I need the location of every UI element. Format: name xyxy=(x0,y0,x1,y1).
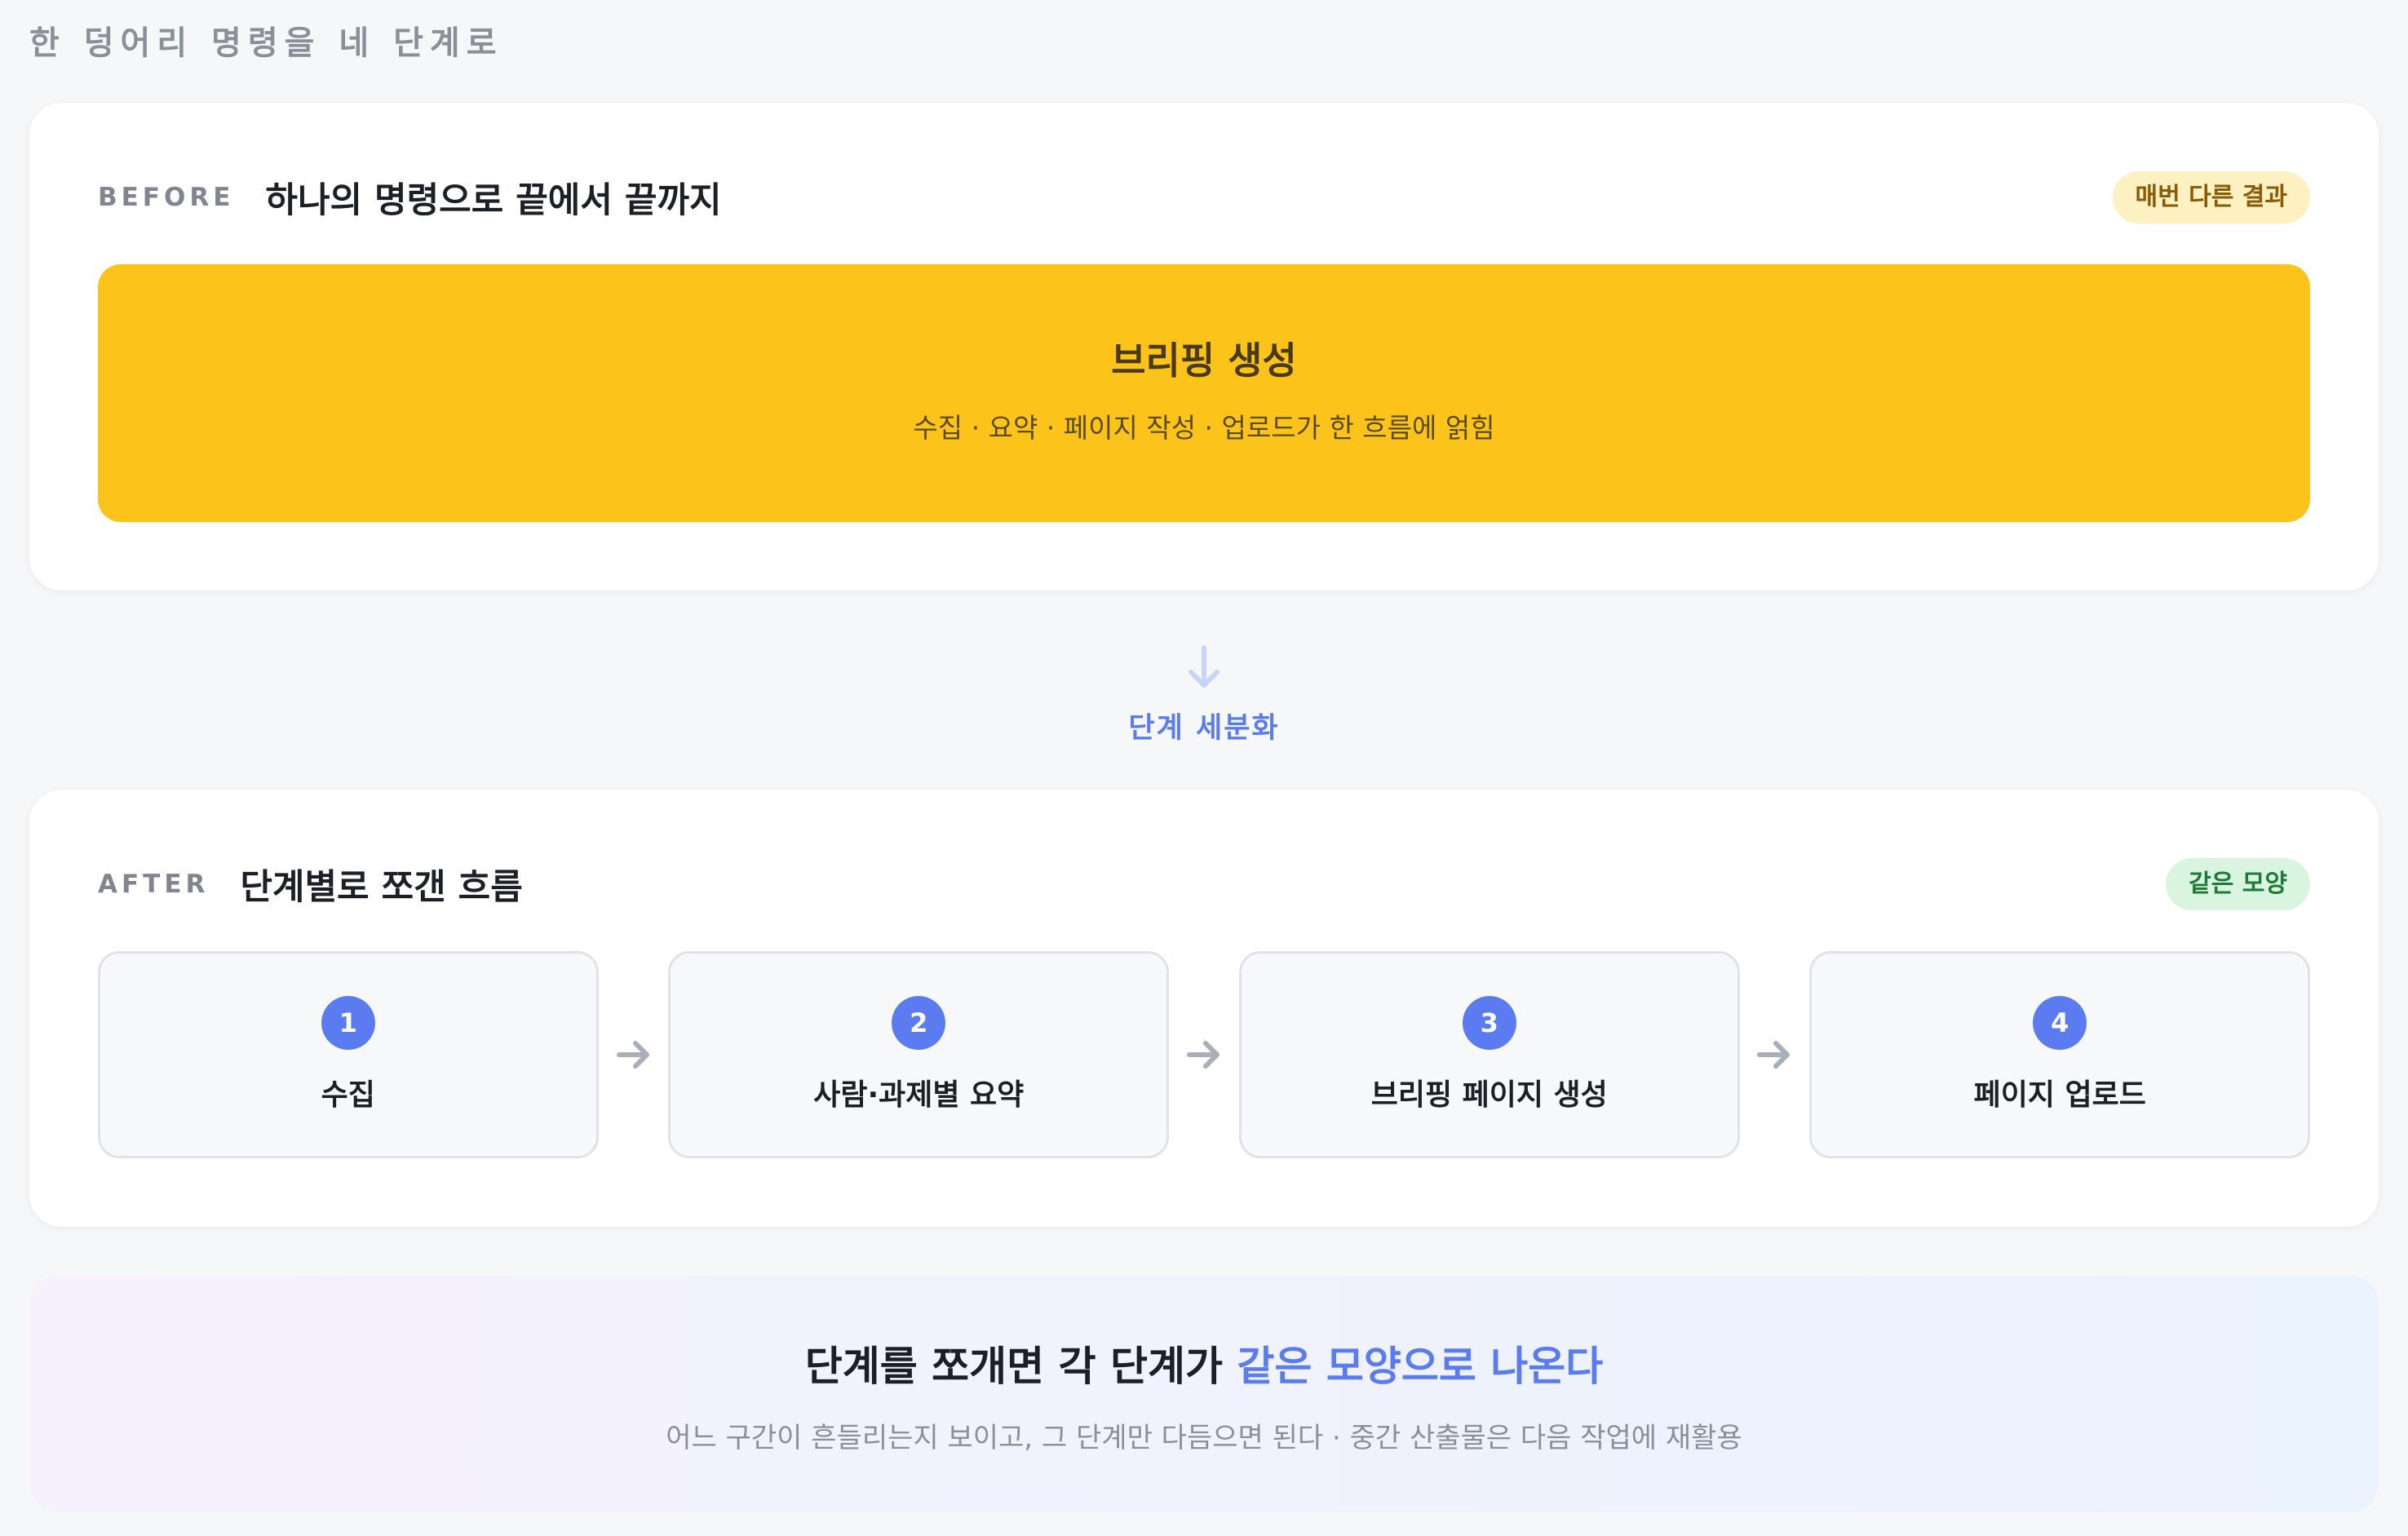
step-4-label: 페이지 업로드 xyxy=(1973,1078,2146,1112)
transition-label: 단계 세분화 xyxy=(1128,712,1280,745)
after-badge: 같은 모양 xyxy=(2166,858,2310,910)
step-1-label: 수집 xyxy=(321,1078,375,1112)
summary-title-prefix: 단계를 쪼개면 각 단계가 xyxy=(804,1342,1237,1390)
step-1: 1 수집 xyxy=(98,951,599,1158)
arrow-right-icon xyxy=(599,1038,669,1071)
before-header: BEFORE 하나의 명령으로 끝에서 끝까지 매번 다른 결과 xyxy=(98,171,2310,224)
summary-subtitle: 어느 구간이 흔들리는지 보이고, 그 단계만 다듬으면 된다 · 중간 산출물… xyxy=(666,1421,1742,1454)
step-2-number: 2 xyxy=(892,996,946,1050)
step-3-label: 브리핑 페이지 생성 xyxy=(1370,1078,1608,1112)
step-1-number: 1 xyxy=(321,996,375,1050)
page-title: 한 덩어리 명령을 네 단계로 xyxy=(29,24,503,62)
summary-title-accent: 같은 모양으로 나온다 xyxy=(1237,1342,1604,1390)
summary-banner: 단계를 쪼개면 각 단계가 같은 모양으로 나온다 어느 구간이 흔들리는지 보… xyxy=(29,1276,2379,1512)
after-title: 단계별로 쪼갠 흐름 xyxy=(240,867,523,908)
before-process-block: 브리핑 생성 수집 · 요약 · 페이지 작성 · 업로드가 한 흐름에 얽힘 xyxy=(98,264,2310,522)
before-title: 하나의 명령으로 끝에서 끝까지 xyxy=(265,180,722,221)
step-3: 3 브리핑 페이지 생성 xyxy=(1238,951,1740,1158)
before-card: BEFORE 하나의 명령으로 끝에서 끝까지 매번 다른 결과 브리핑 생성 … xyxy=(29,103,2379,591)
arrow-right-icon xyxy=(1169,1038,1239,1071)
after-card: AFTER 단계별로 쪼갠 흐름 같은 모양 1 수집 2 사람·과제별 요약 … xyxy=(29,790,2379,1227)
before-tag: BEFORE xyxy=(98,183,235,212)
step-2-label: 사람·과제별 요약 xyxy=(813,1078,1025,1112)
summary-title: 단계를 쪼개면 각 단계가 같은 모양으로 나온다 xyxy=(805,1334,1603,1392)
before-badge: 매번 다른 결과 xyxy=(2112,171,2310,224)
after-header: AFTER 단계별로 쪼갠 흐름 같은 모양 xyxy=(98,858,2310,910)
transition: 단계 세분화 xyxy=(0,644,2408,750)
arrow-down-icon xyxy=(1189,645,1219,688)
step-3-number: 3 xyxy=(1462,996,1516,1050)
after-tag: AFTER xyxy=(98,870,210,899)
before-block-subtitle: 수집 · 요약 · 페이지 작성 · 업로드가 한 흐름에 얽힘 xyxy=(913,412,1495,444)
step-4-number: 4 xyxy=(2033,996,2087,1050)
arrow-right-icon xyxy=(1740,1038,1810,1071)
step-2: 2 사람·과제별 요약 xyxy=(668,951,1170,1158)
before-block-title: 브리핑 생성 xyxy=(1111,339,1297,383)
step-flow: 1 수집 2 사람·과제별 요약 3 브리핑 페이지 생성 4 페이지 업로드 xyxy=(98,951,2310,1158)
step-4: 4 페이지 업로드 xyxy=(1809,951,2310,1158)
